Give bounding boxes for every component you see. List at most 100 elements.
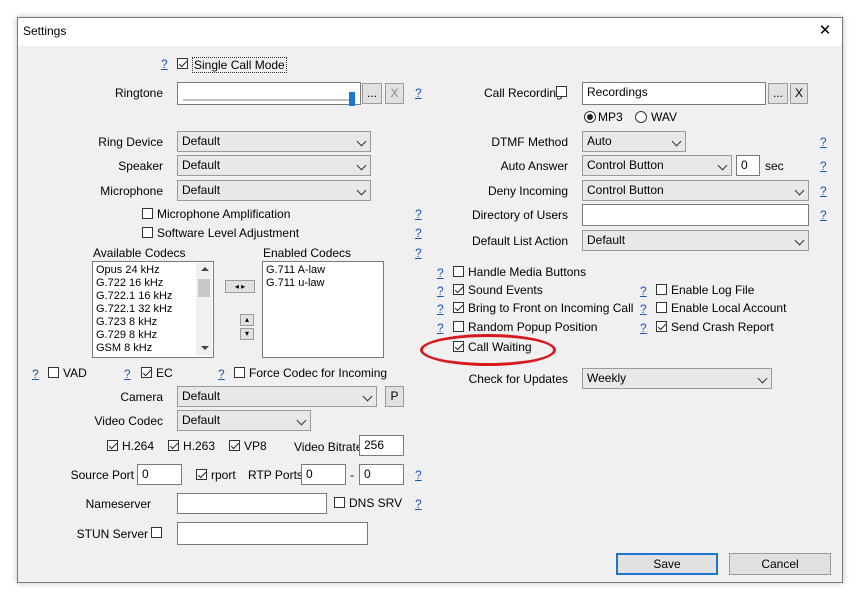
- help-force-codec[interactable]: ?: [218, 367, 225, 381]
- list-item[interactable]: G.722 16 kHz: [96, 277, 195, 290]
- help-mic-amplification[interactable]: ?: [415, 207, 422, 221]
- bring-to-front-checkbox[interactable]: [453, 302, 464, 313]
- scroll-up-icon[interactable]: [201, 267, 209, 271]
- help-deny-incoming[interactable]: ?: [820, 184, 827, 198]
- send-crash-report-checkbox[interactable]: [656, 321, 667, 332]
- mic-amplification-checkbox[interactable]: [142, 208, 153, 219]
- rport-checkbox[interactable]: [196, 469, 207, 480]
- enable-local-account-checkbox[interactable]: [656, 302, 667, 313]
- rtp-port-to-input[interactable]: 0: [359, 464, 404, 485]
- ringtone-label: Ringtone: [114, 86, 163, 100]
- directory-of-users-input[interactable]: [582, 204, 809, 226]
- ringtone-browse-button[interactable]: ...: [362, 83, 382, 104]
- camera-preview-button[interactable]: P: [385, 386, 404, 407]
- move-down-icon[interactable]: ▾: [240, 328, 254, 340]
- enabled-codecs-list[interactable]: G.711 A-law G.711 u-law: [262, 261, 384, 358]
- help-random-popup[interactable]: ?: [437, 321, 444, 335]
- software-level-checkbox[interactable]: [142, 227, 153, 238]
- list-item[interactable]: G.722.1 16 kHz: [96, 290, 195, 303]
- random-popup-checkbox[interactable]: [453, 321, 464, 332]
- help-sound-events[interactable]: ?: [437, 284, 444, 298]
- help-vad[interactable]: ?: [32, 367, 39, 381]
- dns-srv-checkbox[interactable]: [334, 497, 345, 508]
- list-item[interactable]: G.723 8 kHz: [96, 316, 195, 329]
- list-item[interactable]: G.722.1 32 kHz: [96, 303, 195, 316]
- help-software-level[interactable]: ?: [415, 226, 422, 240]
- help-local-account[interactable]: ?: [640, 302, 647, 316]
- force-codec-checkbox[interactable]: [234, 367, 245, 378]
- help-ringtone[interactable]: ?: [415, 86, 422, 100]
- ringtone-clear-button[interactable]: X: [385, 83, 404, 104]
- help-bring-to-front[interactable]: ?: [437, 302, 444, 316]
- mp3-radio[interactable]: [584, 111, 596, 123]
- ec-checkbox[interactable]: [141, 367, 152, 378]
- vad-checkbox[interactable]: [48, 367, 59, 378]
- auto-answer-select[interactable]: Control Button: [582, 155, 732, 176]
- list-item[interactable]: Opus 24 kHz: [96, 264, 195, 277]
- wav-radio[interactable]: [635, 111, 647, 123]
- list-item[interactable]: G.729 8 kHz: [96, 329, 195, 342]
- ringtone-input[interactable]: [177, 82, 361, 105]
- help-ec[interactable]: ?: [124, 367, 131, 381]
- dtmf-method-select[interactable]: Auto: [582, 131, 686, 152]
- vp8-checkbox[interactable]: [229, 440, 240, 451]
- sound-events-checkbox[interactable]: [453, 284, 464, 295]
- deny-incoming-select[interactable]: Control Button: [582, 180, 809, 201]
- help-crash-report[interactable]: ?: [640, 321, 647, 335]
- check-for-updates-select[interactable]: Weekly: [582, 368, 772, 389]
- speaker-select[interactable]: Default: [177, 155, 371, 176]
- help-directory[interactable]: ?: [820, 208, 827, 222]
- stun-server-checkbox[interactable]: [151, 527, 162, 538]
- camera-select[interactable]: Default: [177, 386, 377, 407]
- help-codecs[interactable]: ?: [415, 246, 422, 260]
- mic-amplification-label: Microphone Amplification: [157, 207, 291, 221]
- microphone-label: Microphone: [100, 184, 163, 198]
- enable-log-file-checkbox[interactable]: [656, 284, 667, 295]
- auto-answer-seconds-input[interactable]: 0: [736, 155, 760, 176]
- call-recording-path-input[interactable]: Recordings: [582, 82, 766, 105]
- move-up-icon[interactable]: ▴: [240, 314, 254, 326]
- video-bitrate-input[interactable]: 256: [359, 435, 404, 456]
- help-nameserver[interactable]: ?: [415, 497, 422, 511]
- cancel-button[interactable]: Cancel: [729, 553, 831, 575]
- ringtone-volume-thumb[interactable]: [349, 92, 355, 106]
- speaker-value: Default: [182, 158, 221, 172]
- single-call-mode-checkbox[interactable]: [177, 58, 188, 69]
- auto-answer-unit: sec: [765, 159, 784, 173]
- microphone-select[interactable]: Default: [177, 180, 371, 201]
- help-auto-answer[interactable]: ?: [820, 159, 827, 173]
- call-recording-checkbox[interactable]: [556, 86, 567, 97]
- list-item[interactable]: G.711 u-law: [266, 277, 380, 290]
- help-dtmf[interactable]: ?: [820, 135, 827, 149]
- help-log-file[interactable]: ?: [640, 284, 647, 298]
- list-item[interactable]: G.711 A-law: [266, 264, 380, 277]
- save-button[interactable]: Save: [616, 553, 718, 575]
- default-list-action-select[interactable]: Default: [582, 230, 809, 251]
- stun-server-input[interactable]: [177, 522, 368, 545]
- h264-checkbox[interactable]: [107, 440, 118, 451]
- handle-media-buttons-checkbox[interactable]: [453, 266, 464, 277]
- video-bitrate-label: Video Bitrate: [294, 440, 363, 454]
- recording-browse-button[interactable]: ...: [768, 83, 788, 104]
- help-single-call-mode[interactable]: ?: [161, 57, 168, 71]
- close-icon[interactable]: ✕: [814, 20, 836, 42]
- scroll-down-icon[interactable]: [201, 346, 209, 350]
- ring-device-select[interactable]: Default: [177, 131, 371, 152]
- video-codec-select[interactable]: Default: [177, 410, 311, 431]
- nameserver-input[interactable]: [177, 493, 327, 514]
- h263-checkbox[interactable]: [168, 440, 179, 451]
- list-item[interactable]: GSM 8 kHz: [96, 342, 195, 355]
- scroll-thumb[interactable]: [198, 279, 210, 297]
- h264-label: H.264: [122, 439, 155, 453]
- recording-clear-button[interactable]: X: [790, 83, 808, 104]
- help-handle-media[interactable]: ?: [437, 266, 444, 280]
- help-ports[interactable]: ?: [415, 468, 422, 482]
- source-port-input[interactable]: 0: [137, 464, 182, 485]
- codecs-scrollbar[interactable]: [196, 263, 212, 355]
- rtp-port-from-input[interactable]: 0: [301, 464, 346, 485]
- rtp-ports-label: RTP Ports: [248, 468, 303, 482]
- bring-to-front-label: Bring to Front on Incoming Call: [468, 301, 634, 315]
- move-codec-buttons[interactable]: ◂ ▸: [225, 280, 255, 293]
- send-crash-report-label: Send Crash Report: [671, 320, 774, 334]
- call-recording-label: Call Recording: [484, 86, 563, 100]
